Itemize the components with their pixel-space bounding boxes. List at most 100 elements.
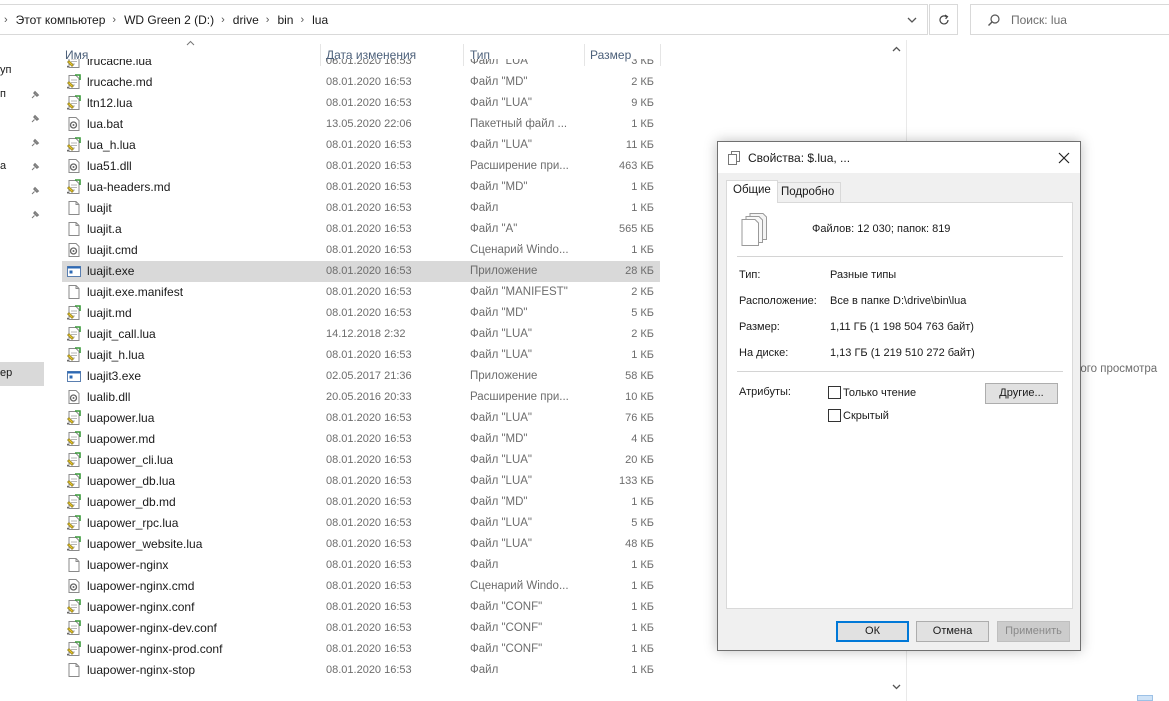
file-name: lua51.dll [87, 159, 132, 173]
script-file-icon [67, 431, 81, 446]
search-input[interactable]: Поиск: lua [1011, 13, 1067, 27]
file-row[interactable]: luapower-nginx-prod.conf 08.01.2020 16:53… [62, 639, 660, 660]
file-row[interactable]: lua.bat 13.05.2020 22:06 Пакетный файл ...… [62, 114, 660, 135]
chevron-right-icon[interactable]: › [259, 14, 278, 26]
file-row[interactable]: lua-headers.md 08.01.2020 16:53 Файл "MD" 1… [62, 177, 660, 198]
nav-item-fragment[interactable]: а [0, 160, 6, 172]
file-row[interactable]: luajit.cmd 08.01.2020 16:53 Сценарий Windo… [62, 240, 660, 261]
file-row[interactable]: luajit.md 08.01.2020 16:53 Файл "MD" 5 КБ [62, 303, 660, 324]
file-row[interactable]: luajit.a 08.01.2020 16:53 Файл "A" 565 КБ [62, 219, 660, 240]
file-row[interactable]: luajit3.exe 02.05.2017 21:36 Приложение 58 … [62, 366, 660, 387]
file-date: 08.01.2020 16:53 [326, 223, 412, 235]
nav-item-selected[interactable]: ер [0, 362, 44, 386]
dialog-title: Свойства: $.lua, ... [748, 151, 851, 165]
file-type: Приложение [470, 370, 538, 382]
file-row[interactable]: luapower_rpc.lua 08.01.2020 16:53 Файл "LU… [62, 513, 660, 534]
cancel-button[interactable]: Отмена [916, 621, 989, 642]
hidden-checkbox[interactable] [828, 409, 841, 422]
file-row[interactable]: ltn12.lua 08.01.2020 16:53 Файл "LUA" 9 КБ [62, 93, 660, 114]
file-size: 1 КБ [631, 622, 654, 634]
script-file-icon [67, 536, 81, 551]
file-date: 08.01.2020 16:53 [326, 412, 412, 424]
file-type: Файл "LUA" [470, 538, 533, 550]
chevron-right-icon[interactable]: › [293, 14, 312, 26]
file-type: Файл [470, 202, 499, 214]
file-row[interactable]: luapower-nginx.conf 08.01.2020 16:53 Файл … [62, 597, 660, 618]
script-file-icon [67, 494, 81, 509]
file-row[interactable]: luajit 08.01.2020 16:53 Файл 1 КБ [62, 198, 660, 219]
chevron-right-icon[interactable]: › [105, 14, 124, 26]
file-size: 1 КБ [631, 580, 654, 592]
ok-button[interactable]: ОК [836, 621, 909, 642]
scroll-down-icon[interactable] [892, 684, 901, 690]
file-size: 5 КБ [631, 307, 654, 319]
file-row[interactable]: luapower_db.lua 08.01.2020 16:53 Файл "LUA… [62, 471, 660, 492]
breadcrumb-item[interactable]: lua [312, 13, 328, 27]
file-row[interactable]: luapower_db.md 08.01.2020 16:53 Файл "MD" 1… [62, 492, 660, 513]
file-name: luapower-nginx.conf [87, 600, 195, 614]
file-size: 1 КБ [631, 601, 654, 613]
chevron-right-icon[interactable]: › [0, 14, 16, 26]
file-name: ltn12.lua [87, 96, 133, 110]
file-row[interactable]: lua51.dll 08.01.2020 16:53 Расширение при.… [62, 156, 660, 177]
file-type: Файл "LUA" [470, 97, 533, 109]
nav-item-fragment[interactable]: п [0, 88, 6, 100]
breadcrumb-item[interactable]: Этот компьютер [16, 13, 106, 27]
nav-item-fragment[interactable]: уп [0, 64, 11, 76]
file-row[interactable]: luapower_cli.lua 08.01.2020 16:53 Файл "LU… [62, 450, 660, 471]
tab-general[interactable]: Общие [726, 180, 778, 203]
file-size: 1 КБ [631, 202, 654, 214]
file-row[interactable]: lua_h.lua 08.01.2020 16:53 Файл "LUA" 11 КБ [62, 135, 660, 156]
blank-file-icon [68, 285, 80, 299]
file-list: lrucache.lua 08.01.2020 16:53 Файл "LUA" 3 … [62, 59, 662, 701]
file-row[interactable]: lualib.dll 20.05.2016 20:33 Расширение при… [62, 387, 660, 408]
file-date: 08.01.2020 16:53 [326, 433, 412, 445]
file-row[interactable]: luajit.exe.manifest 08.01.2020 16:53 Файл … [62, 282, 660, 303]
script-file-icon [67, 74, 81, 89]
address-bar[interactable]: › Этот компьютер › WD Green 2 (D:) › drive › bi… [0, 4, 928, 35]
file-row[interactable]: luapower-nginx-stop 08.01.2020 16:53 Файл 1… [62, 660, 660, 681]
advanced-attributes-button[interactable]: Другие... [985, 383, 1058, 404]
close-button[interactable] [1049, 143, 1079, 172]
file-type: Файл "LUA" [470, 59, 533, 67]
file-size: 9 КБ [631, 97, 654, 109]
chevron-down-icon[interactable] [905, 13, 919, 27]
apply-button[interactable]: Применить [997, 621, 1070, 642]
tab-details[interactable]: Подробно [774, 182, 842, 203]
file-row[interactable]: luajit.exe 08.01.2020 16:53 Приложение 28 К… [62, 261, 660, 282]
file-row[interactable]: lrucache.lua 08.01.2020 16:53 Файл "LUA" 3 … [62, 59, 660, 72]
file-row[interactable]: luapower-nginx-dev.conf 08.01.2020 16:53 Ф… [62, 618, 660, 639]
dialog-titlebar[interactable]: Свойства: $.lua, ... [718, 142, 1080, 173]
file-type: Файл "CONF" [470, 643, 543, 655]
file-row[interactable]: luapower.md 08.01.2020 16:53 Файл "MD" 4 КБ [62, 429, 660, 450]
breadcrumb-item[interactable]: drive [233, 13, 259, 27]
file-date: 08.01.2020 16:53 [326, 307, 412, 319]
readonly-checkbox[interactable] [828, 386, 841, 399]
file-row[interactable]: luapower_website.lua 08.01.2020 16:53 Файл… [62, 534, 660, 555]
file-row[interactable]: luapower-nginx 08.01.2020 16:53 Файл 1 КБ [62, 555, 660, 576]
file-row[interactable]: luajit_call.lua 14.12.2018 2:32 Файл "LUA"… [62, 324, 660, 345]
blank-file-icon [68, 558, 80, 572]
properties-dialog: Свойства: $.lua, ... Общие Подробно Файл… [717, 141, 1081, 651]
readonly-label[interactable]: Только чтение [843, 387, 916, 399]
search-box[interactable]: Поиск: lua [970, 4, 1169, 35]
breadcrumb: › Этот компьютер › WD Green 2 (D:) › drive › bi… [0, 5, 328, 34]
file-name: luajit_h.lua [87, 348, 145, 362]
pin-icon [31, 186, 40, 195]
refresh-button[interactable] [929, 4, 958, 35]
breadcrumb-item[interactable]: WD Green 2 (D:) [124, 13, 214, 27]
type-label: Тип: [739, 269, 761, 281]
file-type: Файл "MD" [470, 181, 528, 193]
pin-icon [31, 210, 40, 219]
scroll-up-icon[interactable] [892, 46, 901, 52]
breadcrumb-item[interactable]: bin [277, 13, 293, 27]
chevron-right-icon[interactable]: › [214, 14, 233, 26]
hidden-label[interactable]: Скрытый [843, 410, 889, 422]
file-row[interactable]: lrucache.md 08.01.2020 16:53 Файл "MD" 2 КБ [62, 72, 660, 93]
file-name: luajit_call.lua [87, 327, 156, 341]
file-type: Файл "LUA" [470, 454, 533, 466]
status-view-toggle[interactable] [1137, 695, 1153, 701]
file-row[interactable]: luapower-nginx.cmd 08.01.2020 16:53 Сценар… [62, 576, 660, 597]
file-row[interactable]: luajit_h.lua 08.01.2020 16:53 Файл "LUA" 1 … [62, 345, 660, 366]
file-row[interactable]: luapower.lua 08.01.2020 16:53 Файл "LUA" 76… [62, 408, 660, 429]
